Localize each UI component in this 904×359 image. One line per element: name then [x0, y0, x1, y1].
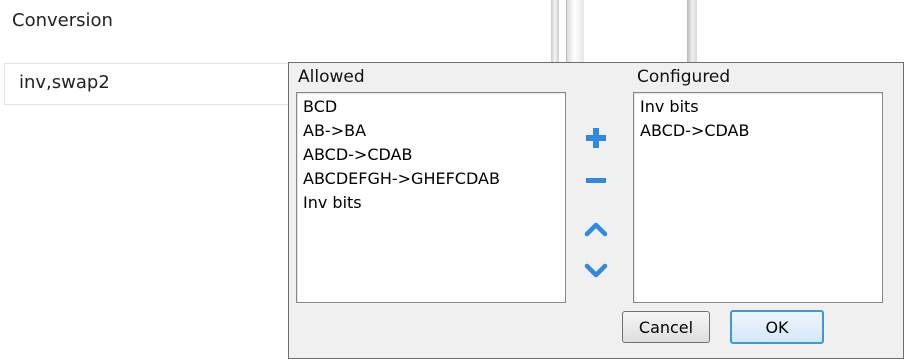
chevron-up-icon — [584, 222, 608, 237]
splitter-handle[interactable] — [566, 0, 584, 62]
list-item[interactable]: AB->BA — [297, 119, 565, 143]
remove-button[interactable] — [578, 163, 614, 199]
conversion-label: Conversion — [12, 10, 113, 31]
conversion-selector-popup: Allowed Configured BCD AB->BA ABCD->CDAB… — [288, 62, 904, 359]
allowed-label: Allowed — [298, 67, 365, 87]
splitter-handle[interactable] — [687, 0, 697, 62]
plus-icon — [586, 128, 606, 148]
move-up-button[interactable] — [578, 211, 614, 247]
add-button[interactable] — [578, 120, 614, 156]
configured-list[interactable]: Inv bits ABCD->CDAB — [633, 92, 883, 303]
configured-label: Configured — [637, 67, 731, 87]
conversion-field[interactable]: inv,swap2 — [4, 63, 304, 105]
list-item[interactable]: ABCD->CDAB — [297, 143, 565, 167]
splitter-handle[interactable] — [551, 0, 559, 62]
list-item[interactable]: Inv bits — [634, 95, 882, 119]
chevron-down-icon — [584, 263, 608, 278]
list-item[interactable]: Inv bits — [297, 191, 565, 215]
cancel-button[interactable]: Cancel — [622, 311, 710, 343]
allowed-list[interactable]: BCD AB->BA ABCD->CDAB ABCDEFGH->GHEFCDAB… — [296, 92, 566, 303]
ok-button[interactable]: OK — [730, 310, 824, 344]
list-item[interactable]: ABCDEFGH->GHEFCDAB — [297, 167, 565, 191]
list-item[interactable]: BCD — [297, 95, 565, 119]
move-down-button[interactable] — [578, 253, 614, 289]
minus-icon — [586, 178, 606, 183]
list-item[interactable]: ABCD->CDAB — [634, 119, 882, 143]
